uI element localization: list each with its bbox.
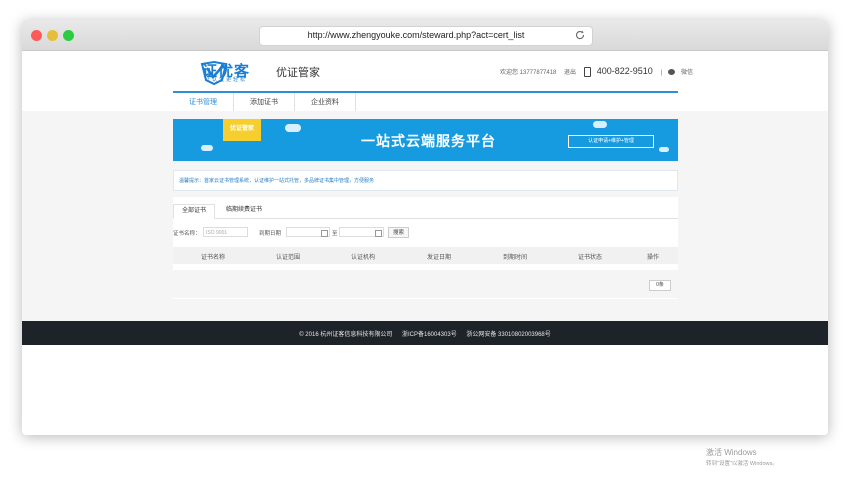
- column-header: 证书名称: [201, 255, 226, 261]
- cert-name-input[interactable]: ISO 9001: [203, 227, 248, 237]
- site-footer: © 2016 杭州证客信息科技有限公司 浙ICP备16004303号 浙公网安备…: [22, 321, 828, 345]
- search-button[interactable]: 搜索: [388, 227, 409, 238]
- expiry-date-label: 到期日期: [259, 231, 282, 237]
- footer-text: © 2016 杭州证客信息科技有限公司 浙ICP备16004303号 浙公网安备…: [22, 329, 828, 338]
- main-nav: 证书管理 添加证书 企业资料: [173, 91, 678, 113]
- column-header: 操作: [647, 255, 660, 261]
- cert-panel: 全部证书 临期续费证书 证书名称： ISO 9001 到期日期 至 搜索 证书名…: [173, 197, 678, 299]
- cert-tabs: 全部证书 临期续费证书: [173, 204, 678, 219]
- banner-button[interactable]: 认证申请+维护+管理: [568, 135, 654, 148]
- divider: |: [660, 70, 663, 76]
- nav-item-company-info[interactable]: 企业资料: [295, 93, 356, 112]
- phone-number: 400-822-9510: [596, 66, 653, 76]
- maximize-window-button[interactable]: [63, 30, 74, 41]
- address-url: http://www.zhengyouke.com/steward.php?ac…: [307, 30, 525, 40]
- notice-text: 温馨提示：首家云证书管理系统，认证维护一站式托管，多品牌证书集中管理，方便服务: [179, 178, 375, 184]
- wechat-icon[interactable]: [668, 69, 676, 76]
- cloud-icon: [659, 147, 669, 152]
- cloud-icon: [593, 121, 607, 128]
- calendar-icon[interactable]: [375, 230, 382, 237]
- banner-title: 一站式云端服务平台: [361, 133, 496, 149]
- footer-icp[interactable]: 浙ICP备16004303号: [402, 332, 457, 338]
- column-header: 到期时间: [503, 255, 528, 261]
- close-window-button[interactable]: [31, 30, 42, 41]
- cloud-icon: [201, 145, 213, 151]
- table-footer: 0条: [173, 270, 678, 298]
- nav-item-cert-manage[interactable]: 证书管理: [173, 93, 234, 112]
- minimize-window-button[interactable]: [47, 30, 58, 41]
- table-header: 证书名称 认证范围 认证机构 发证日期 到期时间 证书状态 操作: [173, 247, 678, 264]
- column-header: 认证机构: [351, 255, 376, 261]
- address-bar[interactable]: http://www.zhengyouke.com/steward.php?ac…: [259, 26, 593, 46]
- site-header: 证优客 让认证更轻松 优证管家 欢迎您 13777877418 退出 400-8…: [22, 51, 828, 113]
- nav-item-add-cert[interactable]: 添加证书: [234, 93, 295, 112]
- column-header: 发证日期: [427, 255, 452, 261]
- wechat-link[interactable]: 微信: [681, 70, 693, 76]
- header-account-area: 欢迎您 13777877418 退出 400-822-9510 | 微信: [500, 66, 699, 78]
- web-page: 证优客 让认证更轻松 优证管家 欢迎您 13777877418 退出 400-8…: [22, 51, 828, 435]
- calendar-icon[interactable]: [321, 230, 328, 237]
- expiry-end-input[interactable]: [339, 227, 384, 237]
- logo-subtitle: 让认证更轻松: [205, 77, 248, 83]
- banner-tag: 优证管家: [223, 119, 261, 141]
- welcome-text: 欢迎您 13777877418: [500, 70, 557, 76]
- browser-titlebar: http://www.zhengyouke.com/steward.php?ac…: [22, 20, 828, 51]
- tab-all-certs[interactable]: 全部证书: [173, 204, 215, 219]
- browser-window: http://www.zhengyouke.com/steward.php?ac…: [22, 20, 828, 435]
- cloud-icon: [285, 124, 301, 132]
- notice-box: 温馨提示：首家云证书管理系统，认证维护一站式托管，多品牌证书集中管理，方便服务: [173, 170, 678, 191]
- phone-icon: [583, 67, 591, 78]
- footer-police[interactable]: 浙公网安备 33010802003968号: [466, 332, 550, 338]
- column-header: 认证范围: [276, 255, 301, 261]
- brand-name: 优证管家: [276, 67, 320, 79]
- footer-copyright: © 2016 杭州证客信息科技有限公司: [299, 332, 393, 338]
- cert-name-label: 证书名称：: [173, 231, 201, 237]
- windows-activation-title: 激活 Windows: [706, 448, 757, 457]
- reload-icon[interactable]: [574, 29, 586, 41]
- tab-expiring-certs[interactable]: 临期续费证书: [219, 204, 269, 217]
- promo-banner[interactable]: 优证管家 一站式云端服务平台 认证申请+维护+管理: [173, 119, 678, 161]
- banner-tag-text: 优证管家: [229, 126, 254, 132]
- record-count: 0条: [649, 280, 671, 291]
- expiry-start-input[interactable]: [286, 227, 330, 237]
- windows-activation-subtitle: 转到"设置"以激活 Windows。: [706, 461, 778, 467]
- logout-link[interactable]: 退出: [564, 70, 576, 76]
- column-header: 证书状态: [578, 255, 603, 261]
- search-row: 证书名称： ISO 9001 到期日期 至 搜索: [173, 227, 678, 239]
- date-to-label: 至: [332, 231, 338, 237]
